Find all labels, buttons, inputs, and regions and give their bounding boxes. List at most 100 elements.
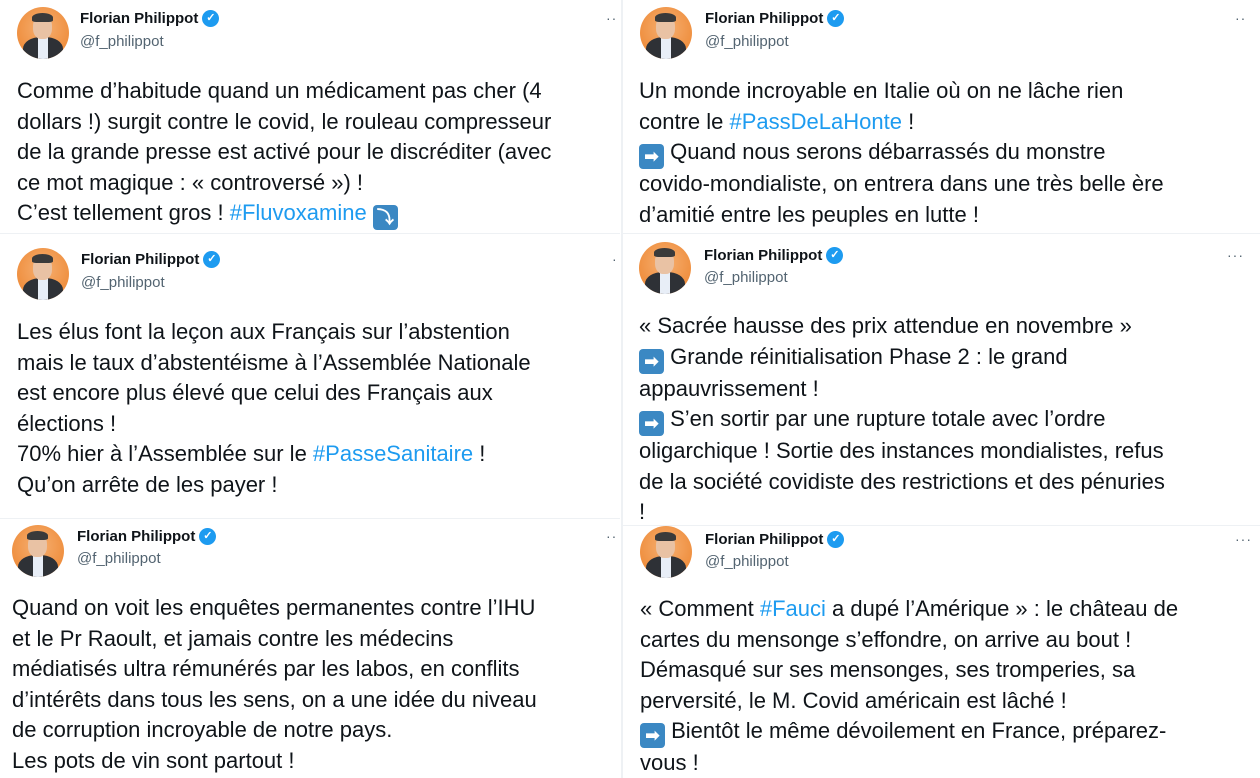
tweet-text-segment: d’intérêts dans tous les sens, on a une … xyxy=(12,686,537,712)
verified-badge-icon: ✓ xyxy=(203,251,221,268)
verified-badge-icon: ✓ xyxy=(827,531,845,548)
author-name[interactable]: Florian Philippot xyxy=(80,10,198,27)
tweet-text-segment: « Sacrée hausse des prix attendue en nov… xyxy=(639,313,1132,338)
verified-badge-icon: ✓ xyxy=(827,10,845,27)
tweet-text-segment: Les pots de vin sont partout ! xyxy=(12,747,295,773)
tweet-text-segment: Un monde incroyable en Italie où on ne l… xyxy=(639,78,1124,103)
tweet-text-segment: Grande réinitialisation Phase 2 : le gra… xyxy=(664,343,1068,369)
tweet-text-segment: vous ! xyxy=(640,750,699,775)
more-options-icon[interactable]: ··· xyxy=(1227,247,1244,263)
more-options-icon[interactable]: ·· xyxy=(1235,10,1246,26)
avatar[interactable] xyxy=(17,7,69,59)
verified-badge-icon: ✓ xyxy=(826,247,844,264)
author-handle[interactable]: @f_philippot xyxy=(705,33,789,50)
tweet-text: « Comment #Fauci a dupé l’Amérique » : l… xyxy=(640,594,1178,778)
tweet-line: Qu’on arrête de les payer ! xyxy=(17,470,531,501)
tweet-text-segment: a dupé l’Amérique » : le château de xyxy=(825,596,1179,621)
author-handle[interactable]: @f_philippot xyxy=(81,274,165,291)
tweet-card[interactable]: Florian Philippot ✓ @f_philippot · Les é… xyxy=(0,234,620,518)
tweet-text-segment: ce mot magique : « controversé ») ! xyxy=(17,169,364,195)
author-name[interactable]: Florian Philippot xyxy=(705,10,823,27)
tweet-text: Quand on voit les enquêtes permanentes c… xyxy=(12,593,537,776)
tweet-line: covido-mondialiste, on entrera dans une … xyxy=(639,169,1164,200)
tweet-text-segment: oligarchique ! Sortie des instances mond… xyxy=(639,438,1164,463)
tweet-text-segment: Les élus font la leçon aux Français sur … xyxy=(17,319,510,344)
arrow-right-icon: ➡ xyxy=(639,348,664,374)
tweet-text-segment: cartes du mensonge s’effondre, on arrive… xyxy=(640,626,1132,652)
arrow-right-icon: ➡ xyxy=(639,411,664,436)
tweet-text-segment: Quand on voit les enquêtes permanentes c… xyxy=(12,595,536,620)
tweet-text-segment: de la société covidiste des restrictions… xyxy=(639,468,1165,494)
more-options-icon[interactable]: · xyxy=(612,251,618,267)
tweet-line: et le Pr Raoult, et jamais contre les mé… xyxy=(12,624,537,655)
tweet-card[interactable]: Florian Philippot ✓ @f_philippot ·· Un m… xyxy=(623,0,1260,233)
author-name[interactable]: Florian Philippot xyxy=(704,247,822,264)
more-options-icon[interactable]: ·· xyxy=(606,528,617,544)
tweet-line: Un monde incroyable en Italie où on ne l… xyxy=(639,76,1164,107)
avatar[interactable] xyxy=(639,242,691,294)
hashtag-link[interactable]: #PassDeLaHonte xyxy=(730,109,902,134)
tweet-line: ! xyxy=(639,497,1165,525)
more-options-icon[interactable]: ··· xyxy=(1235,531,1252,547)
avatar[interactable] xyxy=(640,7,692,59)
author-handle[interactable]: @f_philippot xyxy=(705,553,789,570)
tweet-text-segment: dollars !) surgit contre le covid, le ro… xyxy=(17,108,552,134)
hashtag-link[interactable]: #Fluvoxamine xyxy=(230,200,367,225)
tweet-card[interactable]: Florian Philippot ✓ @f_philippot ··· « S… xyxy=(623,234,1260,525)
tweet-text-segment: et le Pr Raoult, et jamais contre les mé… xyxy=(12,625,454,651)
tweet-text-segment: C’est tellement gros ! xyxy=(17,200,230,225)
tweet-text: Les élus font la leçon aux Français sur … xyxy=(17,317,531,500)
tweet-card[interactable]: Florian Philippot ✓ @f_philippot ·· Quan… xyxy=(0,519,620,778)
tweet-line: est encore plus élevé que celui des Fran… xyxy=(17,378,531,409)
tweet-text-segment: Qu’on arrête de les payer ! xyxy=(17,471,278,497)
author-handle[interactable]: @f_philippot xyxy=(704,269,788,286)
tweet-line: « Sacrée hausse des prix attendue en nov… xyxy=(639,311,1165,342)
tweet-text-segment: d’amitié entre les peuples en lutte ! xyxy=(639,201,979,227)
tweet-text-segment: 70% hier à l’Assemblée sur le xyxy=(17,441,313,466)
tweet-line: Comme d’habitude quand un médicament pas… xyxy=(17,76,551,107)
author-name[interactable]: Florian Philippot xyxy=(705,531,823,548)
tweet-text: Un monde incroyable en Italie où on ne l… xyxy=(639,76,1164,230)
avatar[interactable] xyxy=(12,525,64,577)
author-handle[interactable]: @f_philippot xyxy=(80,33,164,50)
tweet-text-segment: ! xyxy=(639,499,646,524)
tweet-text-segment: mais le taux d’abstentéisme à l’Assemblé… xyxy=(17,349,531,375)
avatar[interactable] xyxy=(17,248,69,300)
tweet-card[interactable]: Florian Philippot ✓ @f_philippot ··· « C… xyxy=(623,526,1260,778)
author-name[interactable]: Florian Philippot xyxy=(77,528,195,545)
tweet-text-segment: de la grande presse est activé pour le d… xyxy=(17,139,552,164)
tweet-line: mais le taux d’abstentéisme à l’Assemblé… xyxy=(17,348,531,379)
more-options-icon[interactable]: ·· xyxy=(606,10,617,26)
tweet-line: Les élus font la leçon aux Français sur … xyxy=(17,317,531,348)
tweet-line: Démasqué sur ses mensonges, ses tromperi… xyxy=(640,655,1178,686)
hashtag-link[interactable]: #PasseSanitaire xyxy=(313,441,473,466)
tweet-line: Quand on voit les enquêtes permanentes c… xyxy=(12,593,537,624)
tweet-line: médiatisés ultra rémunérés par les labos… xyxy=(12,654,537,685)
tweet-line: oligarchique ! Sortie des instances mond… xyxy=(639,436,1165,467)
tweet-text-segment: médiatisés ultra rémunérés par les labos… xyxy=(12,656,520,681)
hashtag-link[interactable]: #Fauci xyxy=(760,596,826,621)
tweet-text: Comme d’habitude quand un médicament pas… xyxy=(17,76,551,230)
tweet-text-segment: est encore plus élevé que celui des Fran… xyxy=(17,380,493,405)
arrow-right-icon: ➡ xyxy=(639,144,664,169)
tweet-line: vous ! xyxy=(640,748,1178,778)
tweet-line: ➡ Quand nous serons débarrassés du monst… xyxy=(639,137,1164,169)
author-handle[interactable]: @f_philippot xyxy=(77,550,161,567)
tweet-line: cartes du mensonge s’effondre, on arrive… xyxy=(640,625,1178,656)
verified-badge-icon: ✓ xyxy=(199,528,217,545)
tweet-line: perversité, le M. Covid américain est lâ… xyxy=(640,686,1178,717)
tweet-line: contre le #PassDeLaHonte ! xyxy=(639,107,1164,138)
avatar[interactable] xyxy=(640,526,692,578)
tweet-text-segment xyxy=(367,200,373,225)
tweet-line: appauvrissement ! xyxy=(639,374,1165,405)
tweet-line: Les pots de vin sont partout ! xyxy=(12,746,537,777)
tweet-text-segment: ! xyxy=(901,108,915,134)
tweet-text-segment: ! xyxy=(473,441,486,466)
tweet-line: d’amitié entre les peuples en lutte ! xyxy=(639,200,1164,231)
tweet-text-segment: covido-mondialiste, on entrera dans une … xyxy=(639,171,1164,196)
author-name[interactable]: Florian Philippot xyxy=(81,251,199,268)
tweet-line: 70% hier à l’Assemblée sur le #PasseSani… xyxy=(17,439,531,470)
verified-badge-icon: ✓ xyxy=(202,10,220,27)
tweet-card[interactable]: Florian Philippot ✓ @f_philippot ·· Comm… xyxy=(0,0,620,233)
tweet-line: de la grande presse est activé pour le d… xyxy=(17,137,551,168)
